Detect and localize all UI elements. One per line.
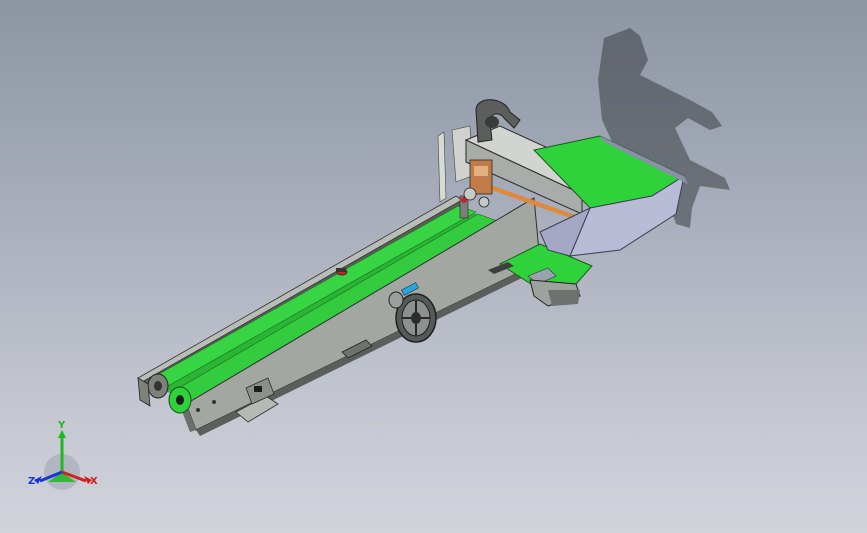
x-axis-label: X xyxy=(90,476,98,487)
3d-model-view[interactable] xyxy=(0,0,867,533)
y-axis-label: Y xyxy=(58,420,66,431)
coordinate-triad xyxy=(34,430,92,490)
graphics-viewport[interactable]: Y X Z xyxy=(0,0,867,533)
belt-sensor[interactable] xyxy=(336,268,348,276)
z-axis-label: Z xyxy=(28,476,36,487)
conveyor-frame[interactable] xyxy=(137,195,542,436)
